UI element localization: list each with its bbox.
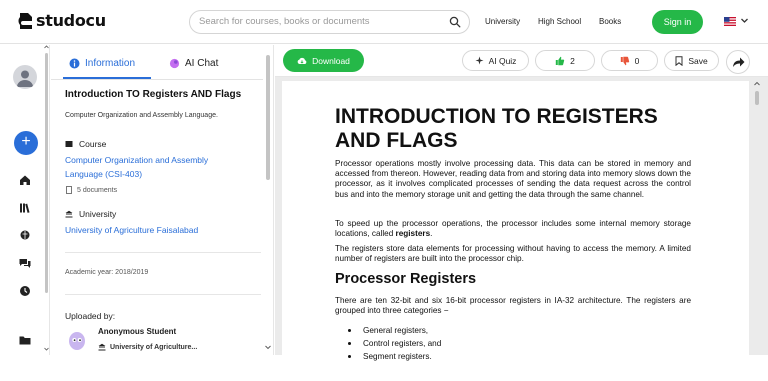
studocu-logo-icon <box>18 12 32 29</box>
tab-information-label: Information <box>85 58 136 69</box>
nav-high-school[interactable]: High School <box>538 17 581 26</box>
bookmark-icon <box>675 55 683 66</box>
panel-scrollbar[interactable] <box>263 45 273 355</box>
user-avatar[interactable] <box>13 65 37 89</box>
course-link[interactable]: Computer Organization and Assembly Langu… <box>65 153 245 181</box>
document-subtitle: Computer Organization and Assembly Langu… <box>65 112 218 119</box>
document-icon <box>66 186 72 194</box>
document-title: Introduction TO Registers AND Flags <box>65 89 242 100</box>
tab-ai-chat-label: AI Chat <box>185 58 219 69</box>
studocu-logo[interactable]: studocu <box>17 11 106 30</box>
list-item: General registers, <box>348 326 428 335</box>
list-item-text: Segment registers. <box>363 352 432 361</box>
dislike-count: 0 <box>634 55 640 66</box>
nav-books[interactable]: Books <box>599 17 621 26</box>
paragraph-text: . <box>430 229 433 239</box>
viewer-scrollbar-thumb[interactable] <box>755 91 759 105</box>
list-item-text: Control registers, and <box>363 339 442 348</box>
tab-ai-chat[interactable]: AI Chat <box>169 58 218 69</box>
save-button[interactable]: Save <box>664 50 719 71</box>
create-button[interactable]: + <box>14 131 38 155</box>
clock-icon[interactable] <box>18 284 32 298</box>
person-icon <box>17 70 33 87</box>
thumbs-up-icon <box>555 56 565 65</box>
like-count: 2 <box>570 55 575 66</box>
thumbs-down-icon <box>620 56 629 65</box>
ai-quiz-button[interactable]: AI Quiz <box>462 50 529 71</box>
course-label: Course <box>79 139 107 149</box>
university-icon <box>65 210 73 218</box>
section-divider <box>65 294 261 295</box>
home-icon[interactable] <box>18 173 32 187</box>
nav-university[interactable]: University <box>485 17 520 26</box>
paragraph: Processor operations mostly involve proc… <box>335 159 691 199</box>
tab-divider <box>51 79 263 80</box>
document-info-panel: Information AI Chat Introduction TO Regi… <box>51 45 274 355</box>
university-section-label: University <box>65 209 116 219</box>
list-item: Segment registers. <box>348 352 432 361</box>
cloud-download-icon <box>297 57 307 64</box>
paragraph: The registers store data elements for pr… <box>335 244 691 264</box>
ai-chat-icon <box>169 58 180 69</box>
bold-term: registers <box>395 229 431 239</box>
document-page: INTRODUCTION TO REGISTERS AND FLAGS Proc… <box>282 81 749 381</box>
section-heading: Processor Registers <box>335 271 477 287</box>
like-button[interactable]: 2 <box>535 50 595 71</box>
library-icon[interactable] <box>18 201 32 215</box>
paragraph: There are ten 32-bit and six 16-bit proc… <box>335 296 691 316</box>
course-section-label: Course <box>65 139 106 149</box>
chevron-down-icon[interactable] <box>265 345 271 350</box>
search-input[interactable] <box>199 16 439 27</box>
section-divider <box>65 252 261 253</box>
document-viewer[interactable]: INTRODUCTION TO REGISTERS AND FLAGS Proc… <box>275 77 768 381</box>
info-icon <box>69 58 80 69</box>
tab-information[interactable]: Information <box>69 58 135 69</box>
course-document-count: 5 documents <box>65 186 117 194</box>
share-arrow-icon <box>733 57 745 67</box>
university-link[interactable]: University of Agriculture Faisalabad <box>65 223 245 237</box>
logo-text: studocu <box>36 11 106 30</box>
document-heading: INTRODUCTION TO REGISTERS AND FLAGS <box>335 105 658 152</box>
uploader-university: University of Agriculture... <box>98 343 197 351</box>
us-flag-icon[interactable] <box>724 17 736 26</box>
university-icon <box>98 343 106 351</box>
chat-icon[interactable] <box>18 256 32 270</box>
sign-in-button[interactable]: Sign in <box>652 10 703 34</box>
search-bar[interactable] <box>189 10 470 34</box>
course-icon <box>65 141 73 147</box>
uploader-name[interactable]: Anonymous Student <box>98 327 176 336</box>
academic-year: Academic year: 2018/2019 <box>65 269 149 276</box>
bullet-dot <box>348 355 351 358</box>
download-button[interactable]: Download <box>283 49 364 72</box>
folder-icon[interactable] <box>18 333 32 347</box>
search-icon[interactable] <box>449 16 461 28</box>
bullet-dot <box>348 329 351 332</box>
bullet-dot <box>348 342 351 345</box>
uploader-avatar[interactable] <box>68 329 86 351</box>
list-item: Control registers, and <box>348 339 441 348</box>
download-label: Download <box>312 55 350 66</box>
viewer-scrollbar[interactable] <box>752 77 768 355</box>
dislike-button[interactable]: 0 <box>601 50 658 71</box>
uploaded-by-label: Uploaded by: <box>65 311 116 321</box>
save-label: Save <box>688 55 708 66</box>
left-icon-rail: + <box>0 45 50 355</box>
panel-scrollbar-thumb[interactable] <box>266 55 270 180</box>
list-item-text: General registers, <box>363 326 429 335</box>
ai-quiz-label: AI Quiz <box>488 55 517 66</box>
university-label: University <box>79 209 117 219</box>
uploader-university-text: University of Agriculture... <box>110 343 198 351</box>
chevron-down-icon[interactable] <box>740 16 749 25</box>
paragraph: To speed up the processor operations, th… <box>335 219 691 239</box>
top-navigation-bar: studocu University High School Books Sig… <box>0 0 768 44</box>
document-toolbar: Download AI Quiz 2 0 Save <box>275 45 768 77</box>
chevron-up-icon[interactable] <box>754 81 760 86</box>
share-button[interactable] <box>726 50 750 74</box>
course-docs-text: 5 documents <box>77 186 118 194</box>
paragraph-text: To speed up the processor operations, th… <box>335 219 691 239</box>
brain-icon[interactable] <box>18 228 32 242</box>
sparkle-icon <box>475 56 484 65</box>
rail-scrollbar[interactable] <box>44 45 49 355</box>
